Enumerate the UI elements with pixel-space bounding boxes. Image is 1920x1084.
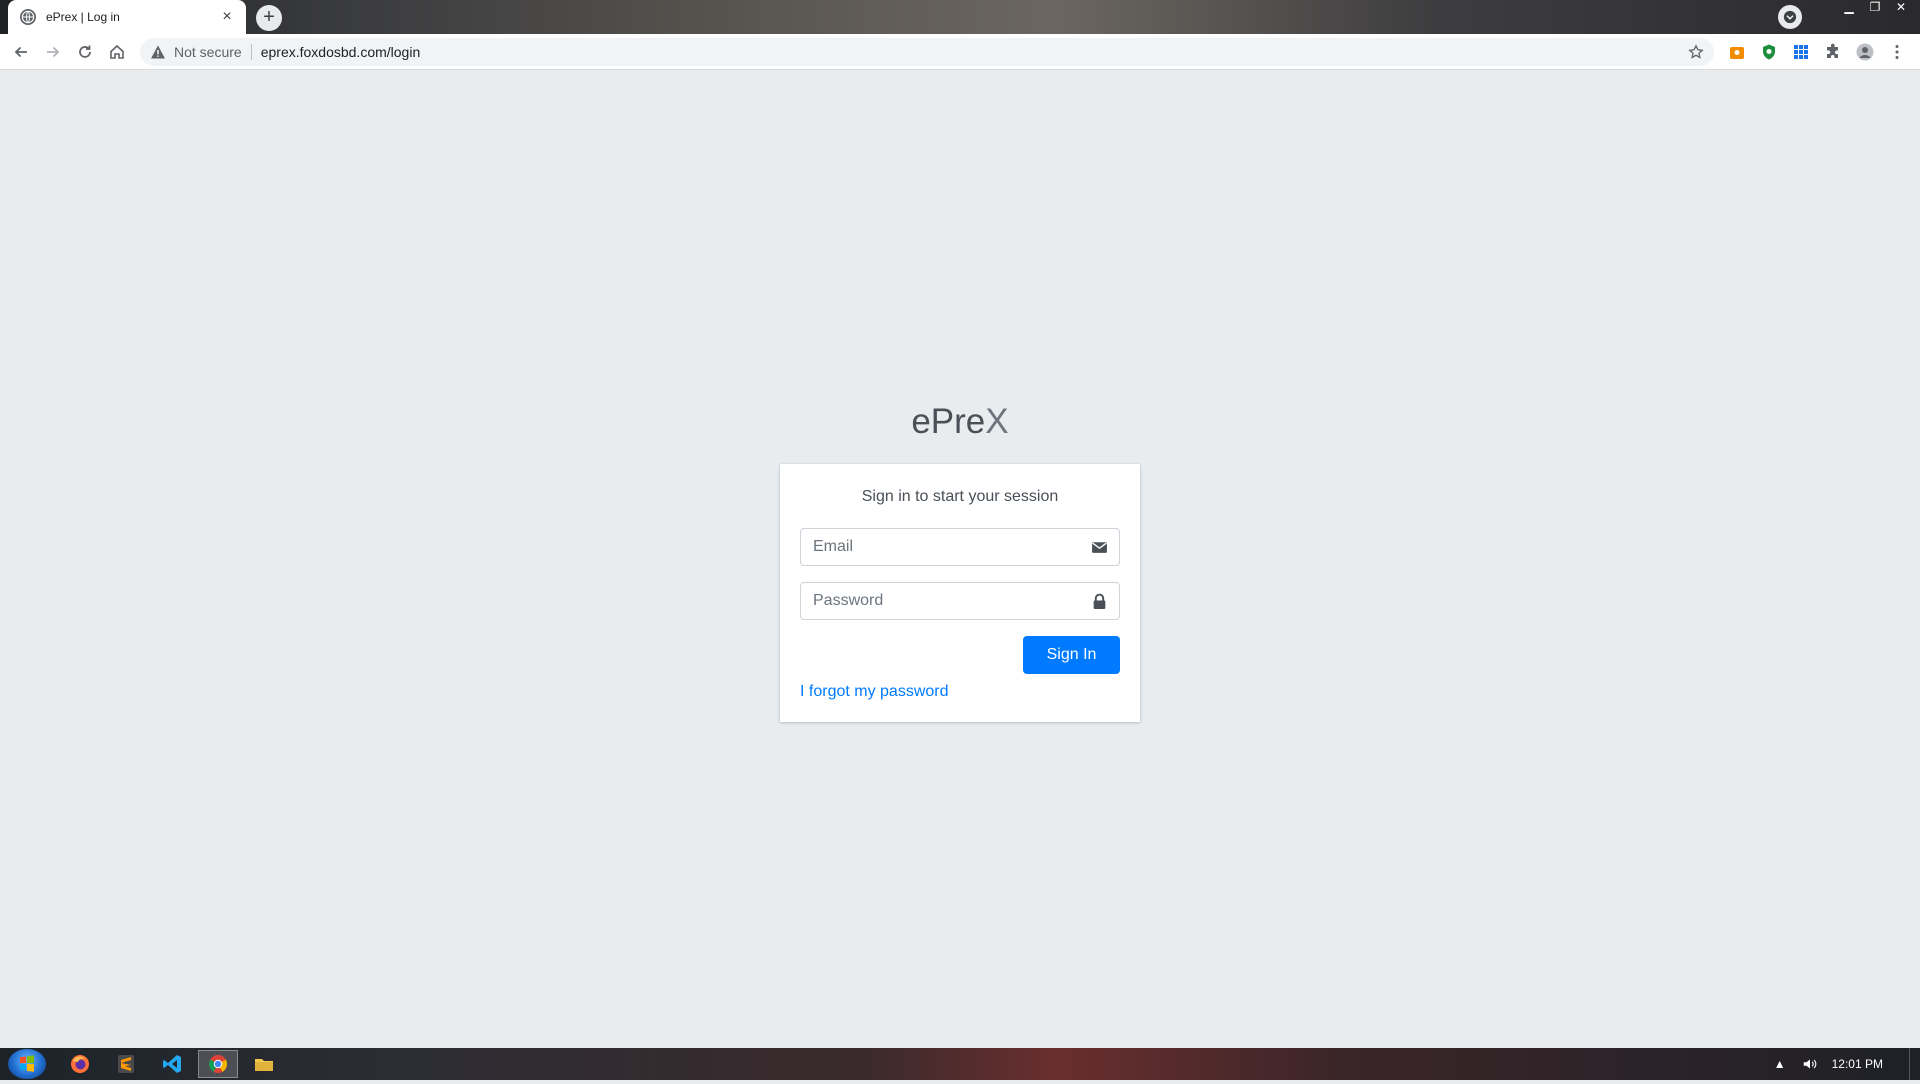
login-card: Sign in to start your session Sign In I … xyxy=(780,464,1140,722)
tray-expand-icon[interactable]: ▲ xyxy=(1774,1057,1786,1071)
arrow-left-icon xyxy=(14,46,27,58)
globe-icon xyxy=(20,9,36,25)
firefox-icon xyxy=(71,1055,89,1073)
back-button[interactable] xyxy=(9,40,33,64)
sign-in-button[interactable]: Sign In xyxy=(1023,636,1120,674)
reload-icon xyxy=(79,45,91,58)
system-tray: ▲ 12:01 PM xyxy=(1774,1048,1920,1080)
show-desktop-button[interactable] xyxy=(1909,1048,1920,1080)
warning-icon[interactable] xyxy=(150,44,166,60)
menu-kebab-icon[interactable] xyxy=(1888,43,1906,61)
bookmark-star-icon[interactable] xyxy=(1688,44,1704,60)
windows-logo-icon xyxy=(20,1055,34,1072)
address-bar[interactable]: Not secure eprex.foxdosbd.com/login xyxy=(140,38,1714,66)
forward-button[interactable] xyxy=(41,40,65,64)
security-label[interactable]: Not secure xyxy=(174,44,242,60)
folder-icon xyxy=(255,1059,273,1071)
new-tab-button[interactable]: + xyxy=(256,5,282,31)
password-field-group xyxy=(800,582,1120,620)
sublime-text-icon xyxy=(118,1055,134,1073)
browser-tab[interactable]: ePrex | Log in × xyxy=(8,0,246,34)
email-field-group xyxy=(800,528,1120,566)
home-button[interactable] xyxy=(105,40,129,64)
tab-search-icon[interactable] xyxy=(1778,5,1802,29)
tab-title: ePrex | Log in xyxy=(46,10,120,24)
vscode-icon xyxy=(163,1055,181,1073)
login-message: Sign in to start your session xyxy=(861,488,1059,505)
taskbar-clock[interactable]: 12:01 PM xyxy=(1832,1057,1883,1071)
close-window-icon[interactable]: ✕ xyxy=(1888,0,1914,16)
chrome-icon xyxy=(208,1055,228,1073)
password-input[interactable] xyxy=(801,583,1079,619)
taskbar-chrome[interactable] xyxy=(198,1050,238,1078)
extension-grid-icon[interactable] xyxy=(1792,43,1810,61)
login-page: ePreX Sign in to start your session Sign… xyxy=(0,70,1920,1048)
app-logo[interactable]: ePreX xyxy=(0,402,1920,442)
profile-avatar-icon[interactable] xyxy=(1856,43,1874,61)
taskbar-explorer[interactable] xyxy=(244,1050,284,1078)
browser-titlebar: ePrex | Log in × + ▁ ❐ ✕ xyxy=(0,0,1920,34)
omnibox-divider xyxy=(250,44,252,60)
extensions-puzzle-icon[interactable] xyxy=(1824,43,1842,61)
os-taskbar: ▲ 12:01 PM xyxy=(0,1048,1920,1080)
browser-toolbar: Not secure eprex.foxdosbd.com/login xyxy=(0,34,1920,70)
restore-icon[interactable]: ❐ xyxy=(1862,0,1888,16)
url-text[interactable]: eprex.foxdosbd.com/login xyxy=(261,44,1688,60)
minimize-icon[interactable]: ▁ xyxy=(1836,0,1862,16)
envelope-icon xyxy=(1079,529,1119,565)
logo-x-text: X xyxy=(985,402,1009,441)
home-icon xyxy=(110,44,124,59)
taskbar-firefox[interactable] xyxy=(60,1050,100,1078)
tab-close-icon[interactable]: × xyxy=(218,8,236,26)
window-controls: ▁ ❐ ✕ xyxy=(1836,0,1914,18)
extension-orange-icon[interactable] xyxy=(1728,43,1746,61)
reload-button[interactable] xyxy=(73,40,97,64)
extension-shield-icon[interactable] xyxy=(1760,43,1778,61)
logo-main-text: ePre xyxy=(911,402,986,441)
lock-icon xyxy=(1079,583,1119,619)
taskbar-vscode[interactable] xyxy=(152,1050,192,1078)
start-button[interactable] xyxy=(8,1049,46,1079)
arrow-right-icon xyxy=(47,46,60,58)
taskbar-sublime[interactable] xyxy=(106,1050,146,1078)
email-input[interactable] xyxy=(801,529,1079,565)
forgot-password-link[interactable]: I forgot my password xyxy=(800,683,949,701)
volume-icon[interactable] xyxy=(1802,1056,1818,1072)
